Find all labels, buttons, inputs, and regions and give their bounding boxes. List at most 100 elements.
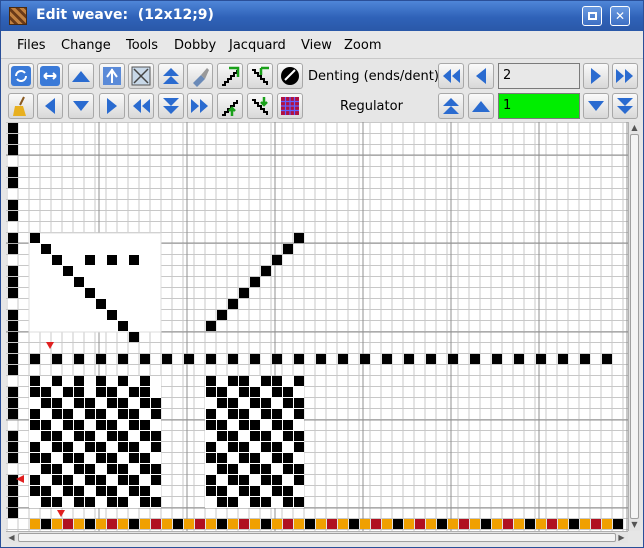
shaft-mark [8, 442, 18, 452]
threading-cell [118, 321, 128, 331]
shaft-mark [8, 343, 18, 353]
drawdown-cell [151, 442, 161, 452]
threading-cell [228, 299, 238, 309]
diagonal-up-button[interactable] [217, 93, 243, 119]
drawdown-cell [118, 431, 128, 441]
threading-cell [107, 310, 117, 320]
palette-button[interactable] [277, 63, 303, 89]
regulator-input[interactable]: 1 [498, 93, 580, 119]
shift-left-button[interactable] [37, 93, 63, 119]
color-bar-cell [437, 519, 447, 529]
drawdown-cell [63, 475, 73, 485]
triangle-up-button[interactable] [68, 63, 94, 89]
drawdown-cell [63, 387, 73, 397]
mirror-button[interactable] [99, 63, 125, 89]
drawdown-cell [140, 376, 150, 386]
swap-horizontal-button[interactable] [37, 63, 63, 89]
loom-app-icon[interactable] [9, 7, 27, 25]
drawdown-cell [283, 420, 293, 430]
twill-in-button[interactable] [217, 63, 243, 89]
drawdown-cell [118, 475, 128, 485]
weave-editor-canvas[interactable] [6, 122, 628, 531]
twill-out-button[interactable] [247, 63, 273, 89]
color-bar-cell [371, 519, 381, 529]
broom-button[interactable] [8, 93, 34, 119]
vertical-scrollbar[interactable]: ▲ ▼ [628, 122, 640, 531]
drawdown-cell [239, 475, 249, 485]
horizontal-scrollbar[interactable]: ◀ ▶ [6, 531, 628, 543]
drawdown-cell [41, 464, 51, 474]
regulator-double-up-button[interactable] [438, 93, 464, 119]
scroll-right-arrow-icon[interactable]: ▶ [616, 532, 627, 543]
mirror-icon [103, 67, 121, 85]
regulator-down-button[interactable] [583, 93, 609, 119]
double-down-button[interactable] [158, 93, 184, 119]
brush-button[interactable] [187, 63, 213, 89]
shaft-mark [8, 508, 18, 518]
drawdown-cell [151, 497, 161, 507]
treadle-mark [580, 354, 590, 364]
double-up-button[interactable] [158, 63, 184, 89]
scroll-down-arrow-icon[interactable]: ▼ [629, 519, 640, 530]
menu-dobby[interactable]: Dobby [174, 38, 216, 53]
maximize-button[interactable] [582, 6, 602, 26]
fast-left-button[interactable] [128, 93, 154, 119]
denting-left-button[interactable] [468, 63, 494, 89]
refresh-button[interactable] [8, 63, 34, 89]
drawdown-cell [228, 442, 238, 452]
clear-button[interactable] [128, 63, 154, 89]
drawdown-cell [294, 431, 304, 441]
threading-cell [217, 310, 227, 320]
denting-input[interactable]: 2 [498, 63, 580, 89]
diagonal-down-button[interactable] [247, 93, 273, 119]
horizontal-scroll-thumb[interactable] [18, 533, 616, 542]
weave-grid-icon [281, 97, 299, 115]
drawdown-cell [261, 409, 271, 419]
close-icon: ✕ [614, 9, 626, 23]
treadle-mark [272, 354, 282, 364]
denting-fast-right-button[interactable] [612, 63, 638, 89]
scroll-up-arrow-icon[interactable]: ▲ [629, 122, 640, 133]
weave-grid-button[interactable] [277, 93, 303, 119]
threading-cell [294, 233, 304, 243]
denting-fast-left-button[interactable] [438, 63, 464, 89]
threading-cell [129, 255, 139, 265]
menu-view[interactable]: View [301, 38, 332, 53]
close-button[interactable]: ✕ [610, 6, 630, 26]
drawdown-cell [239, 442, 249, 452]
menu-change[interactable]: Change [61, 38, 111, 53]
vertical-scroll-thumb[interactable] [630, 134, 639, 519]
regulator-up-button[interactable] [468, 93, 494, 119]
color-bar-cell [151, 519, 161, 529]
menu-tools[interactable]: Tools [126, 38, 158, 53]
threading-cell [63, 266, 73, 276]
color-bar-cell [349, 519, 359, 529]
menu-files[interactable]: Files [17, 38, 46, 53]
drawdown-cell [228, 497, 238, 507]
treadle-mark [316, 354, 326, 364]
shaft-mark [8, 409, 18, 419]
scroll-left-arrow-icon[interactable]: ◀ [6, 532, 17, 543]
denting-right-button[interactable] [583, 63, 609, 89]
menu-zoom[interactable]: Zoom [344, 38, 381, 53]
color-bar-cell [140, 519, 150, 529]
drawdown-cell [261, 376, 271, 386]
regulator-double-down-button[interactable] [612, 93, 638, 119]
drawdown-cell [140, 398, 150, 408]
drawdown-cell [140, 486, 150, 496]
drawdown-cell [206, 453, 216, 463]
threading-cell [206, 321, 216, 331]
color-bar-cell [261, 519, 271, 529]
shaft-mark [8, 123, 18, 133]
drawdown-cell [206, 420, 216, 430]
drawdown-cell [239, 409, 249, 419]
shift-down-button[interactable] [68, 93, 94, 119]
shift-right-button[interactable] [99, 93, 125, 119]
menu-jacquard[interactable]: Jacquard [229, 38, 286, 53]
weave-grid[interactable] [6, 122, 628, 531]
drawdown-cell [74, 464, 84, 474]
fast-right-button[interactable] [187, 93, 213, 119]
drawdown-cell [52, 409, 62, 419]
threading-cell [107, 255, 117, 265]
title-bar[interactable]: Edit weave: (12x12;9) ✕ [1, 1, 643, 31]
